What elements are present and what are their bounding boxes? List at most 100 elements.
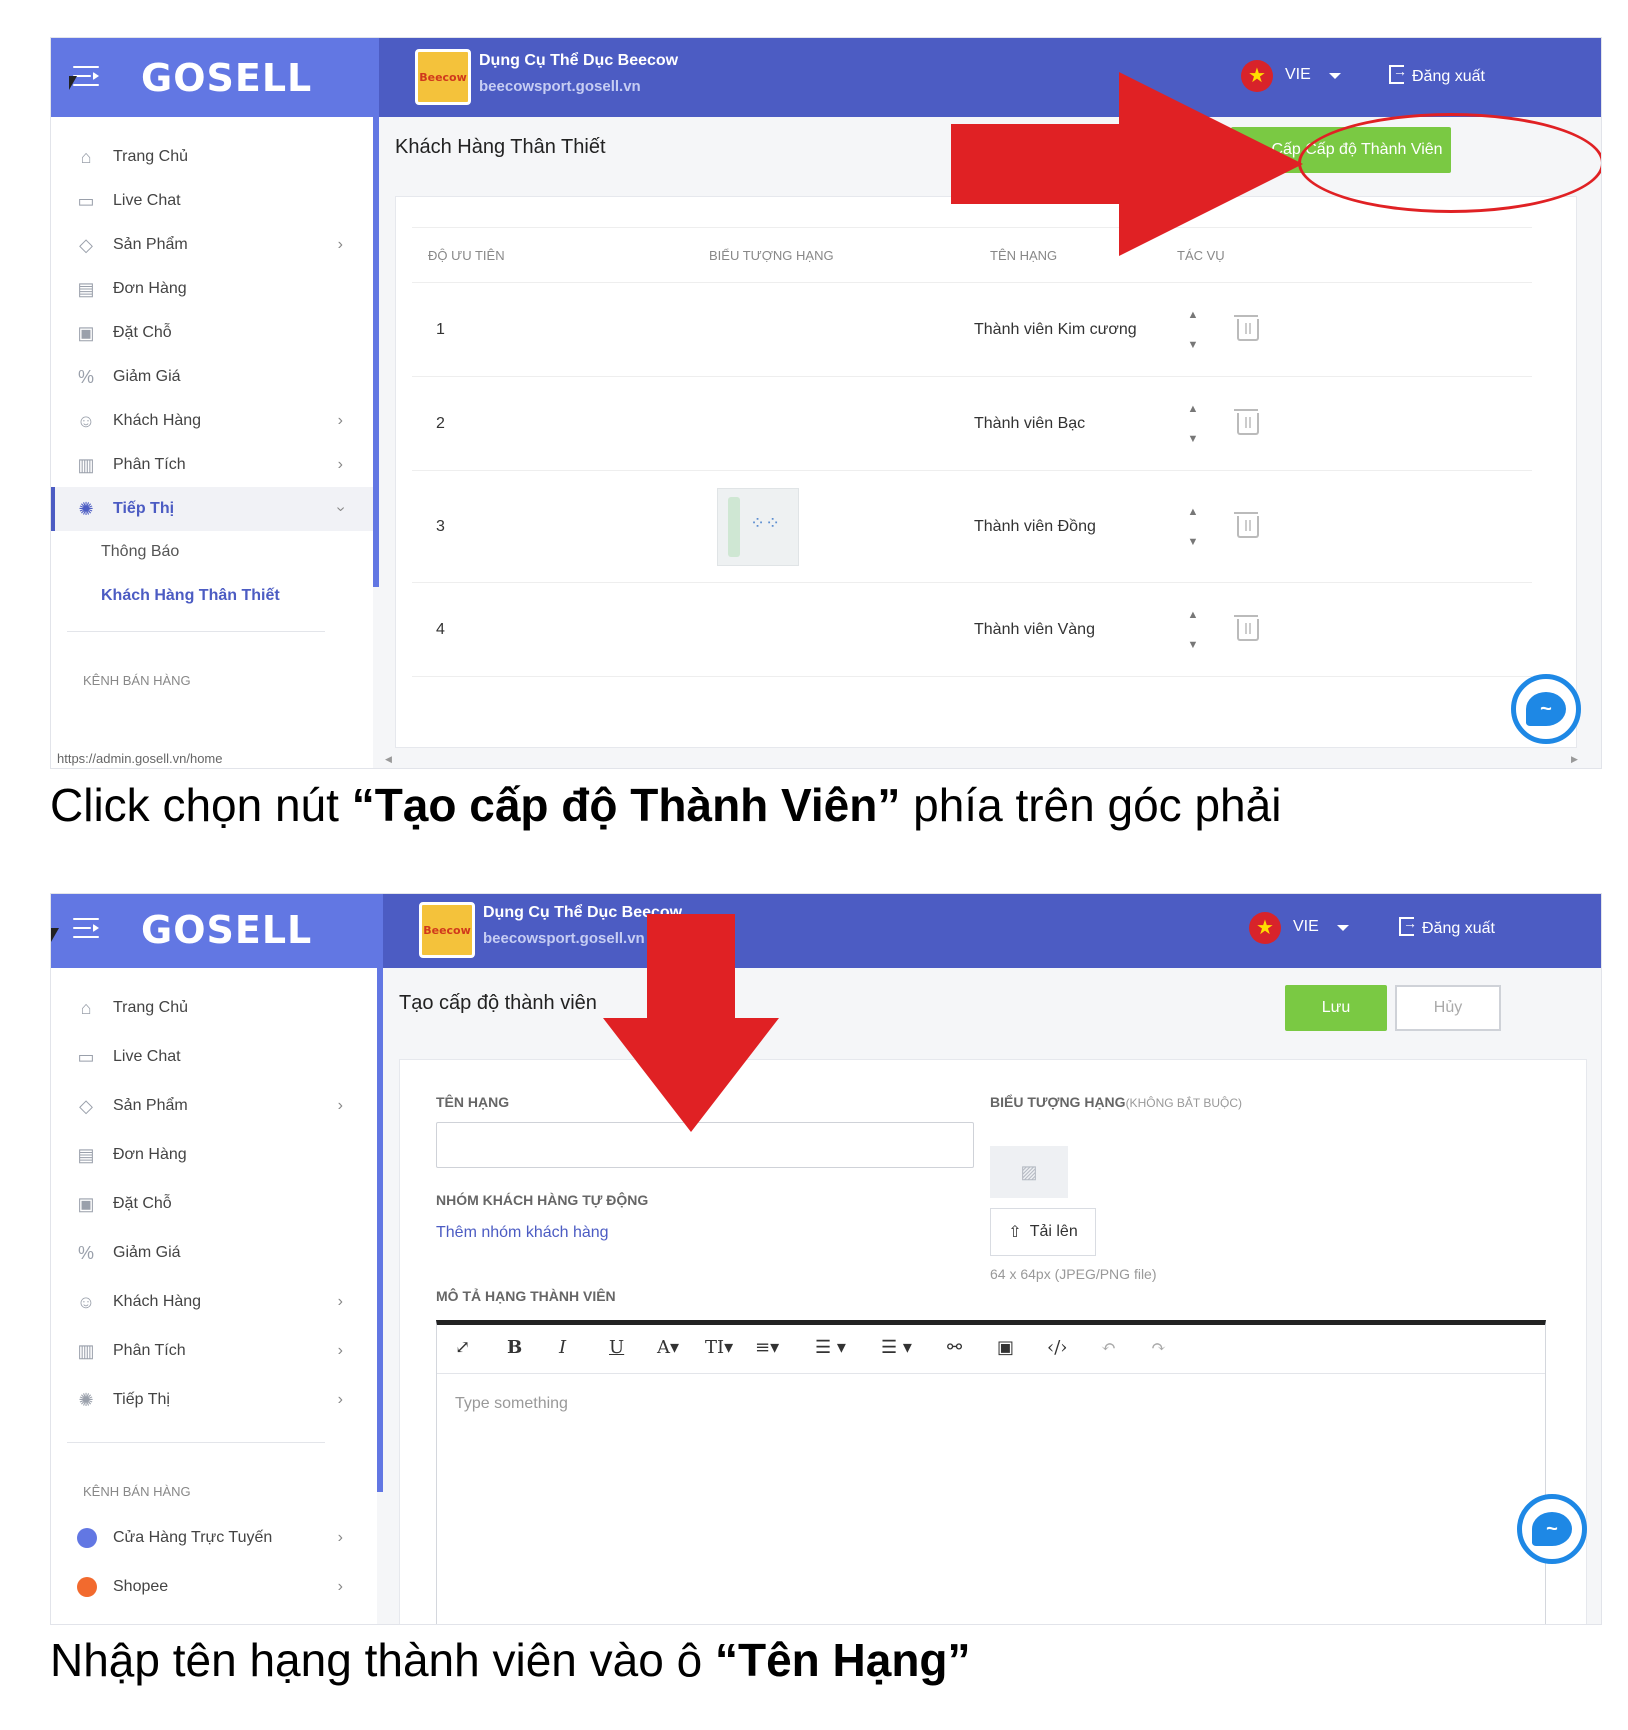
chevron-down-icon[interactable] [1337, 925, 1349, 931]
logo-area: GOSELL [51, 38, 379, 117]
online-store-icon [77, 1528, 97, 1548]
top-bar: Beecow Dụng Cụ Thể Dục Beecow beecowspor… [383, 894, 1601, 968]
messenger-icon[interactable]: ~ [1511, 674, 1581, 744]
users-icon: ☺ [76, 411, 96, 431]
logout-button[interactable]: Đăng xuất [1399, 915, 1495, 938]
fullscreen-icon[interactable]: ⤢ [455, 1337, 470, 1358]
align-icon[interactable]: ≡▾ [755, 1337, 779, 1358]
trash-icon[interactable] [1234, 511, 1259, 538]
receipt-icon: ▤ [77, 1145, 95, 1165]
caption-step-1: Click chọn nút “Tạo cấp độ Thành Viên” p… [50, 778, 1281, 832]
priority-cell: 2 [412, 376, 693, 471]
page-title: Khách Hàng Thân Thiết [395, 136, 606, 158]
reorder-arrows-icon[interactable]: ▲ ▼ [1185, 394, 1201, 454]
mouse-cursor-icon [51, 928, 59, 942]
sidebar-item-live-chat[interactable]: ▭ Live Chat [51, 179, 373, 223]
sidebar-sub-notifications[interactable]: Thông Báo [101, 543, 179, 561]
sidebar-item-label: Trang Chủ [113, 999, 188, 1016]
image-icon[interactable]: ▣ [997, 1337, 1014, 1358]
sidebar-item-reservations[interactable]: ▣ Đặt Chỗ [51, 311, 373, 355]
caption-text: Nhập tên hạng thành viên vào ô [50, 1634, 715, 1686]
sidebar-item-home[interactable]: ⌂ Trang Chủ [51, 135, 373, 179]
sidebar-item-analytics[interactable]: ▥ Phân Tích › [51, 443, 373, 487]
sidebar-item-marketing[interactable]: ✺ Tiếp Thị › [51, 487, 373, 531]
reorder-arrows-icon[interactable]: ▲ ▼ [1185, 600, 1201, 660]
upload-hint: 64 x 64px (JPEG/PNG file) [990, 1266, 1157, 1282]
sidebar: ⌂ Trang Chủ ▭ Live Chat ◇ Sản Phẩm › ▤ Đơn Hà… [51, 117, 373, 768]
table-row: 2 Thành viên Bạc ▲ ▼ [412, 376, 1532, 471]
icon-cell [693, 470, 974, 583]
trash-icon[interactable] [1234, 408, 1259, 435]
sidebar-item-customers[interactable]: ☺ Khách Hàng › [51, 1280, 373, 1324]
ordered-list-icon[interactable]: ☰ ▾ [815, 1337, 846, 1358]
menu-toggle-icon[interactable] [73, 66, 101, 88]
tier-name-cell: Thành viên Kim cương [974, 282, 1161, 377]
sidebar-item-reservations[interactable]: ▣ Đặt Chỗ [51, 1182, 373, 1226]
sidebar-item-customers[interactable]: ☺ Khách Hàng › [51, 399, 373, 443]
upload-label: Tải lên [1029, 1223, 1078, 1240]
sidebar-item-home[interactable]: ⌂ Trang Chủ [51, 986, 373, 1030]
reorder-arrows-icon[interactable]: ▲ ▼ [1185, 300, 1201, 360]
sidebar-scrollbar[interactable] [377, 968, 383, 1492]
sidebar-item-live-chat[interactable]: ▭ Live Chat [51, 1035, 373, 1079]
sidebar-item-label: Tiếp Thị [113, 500, 175, 517]
code-icon[interactable]: ‹/› [1047, 1337, 1067, 1358]
save-button[interactable]: Lưu [1285, 985, 1387, 1031]
sidebar-item-products[interactable]: ◇ Sản Phẩm › [51, 1084, 373, 1128]
undo-icon[interactable]: ↶ [1101, 1337, 1116, 1358]
sidebar-item-orders[interactable]: ▤ Đơn Hàng [51, 267, 373, 311]
sidebar-item-orders[interactable]: ▤ Đơn Hàng [51, 1133, 373, 1177]
highlight-ellipse-annotation [1298, 113, 1601, 213]
language-selector[interactable]: VIE [1293, 918, 1319, 936]
description-editor[interactable]: ⤢ B I U A▾ TI▾ ≡▾ ☰ ▾ ☰ ▾ ⚯ ▣ ‹/› ↶ ↷ Ty… [436, 1320, 1546, 1624]
sidebar-item-discounts[interactable]: % Giảm Giá [51, 1231, 373, 1275]
font-color-icon[interactable]: A▾ [657, 1337, 679, 1358]
sidebar-item-products[interactable]: ◇ Sản Phẩm › [51, 223, 373, 267]
italic-icon[interactable]: I [559, 1337, 566, 1358]
logout-button[interactable]: Đăng xuất [1389, 63, 1485, 86]
link-icon[interactable]: ⚯ [947, 1337, 962, 1358]
store-logo: Beecow [415, 49, 471, 105]
menu-toggle-icon[interactable] [73, 918, 101, 940]
sidebar-scrollbar[interactable] [373, 117, 379, 587]
actions-cell: ▲ ▼ [1161, 376, 1532, 471]
redo-icon[interactable]: ↷ [1151, 1337, 1166, 1358]
vietnam-flag-icon: ★ [1249, 912, 1281, 944]
chevron-right-icon: › [337, 236, 343, 253]
sidebar-item-discounts[interactable]: % Giảm Giá [51, 355, 373, 399]
logout-label: Đăng xuất [1412, 68, 1485, 85]
sidebar-item-label: Live Chat [113, 192, 181, 209]
caption-bold-text: “Tạo cấp độ Thành Viên” [351, 779, 901, 831]
chevron-right-icon: › [337, 1293, 343, 1310]
trash-icon[interactable] [1234, 614, 1259, 641]
sidebar-item-analytics[interactable]: ▥ Phân Tích › [51, 1329, 373, 1373]
add-customer-group-link[interactable]: Thêm nhóm khách hàng [436, 1224, 609, 1242]
cancel-button[interactable]: Hủy [1395, 985, 1501, 1031]
tier-table: ĐỘ ƯU TIÊN BIỂU TƯỢNG HẠNG TÊN HẠNG TÁC … [412, 227, 1532, 677]
sidebar-sub-loyal-customers[interactable]: Khách Hàng Thân Thiết [101, 587, 280, 605]
create-tier-form: TÊN HẠNG NHÓM KHÁCH HÀNG TỰ ĐỘNG Thêm nh… [399, 1059, 1587, 1624]
messenger-icon[interactable]: ~ [1517, 1494, 1587, 1564]
upload-button[interactable]: ⇧ Tải lên [990, 1208, 1096, 1256]
sidebar-channel-shopee[interactable]: Shopee › [51, 1565, 373, 1609]
trash-icon[interactable] [1234, 314, 1259, 341]
tier-icon-label-text: BIỂU TƯỢNG HẠNG [990, 1094, 1126, 1110]
sidebar-channel-online-store[interactable]: Cửa Hàng Trực Tuyến › [51, 1516, 373, 1560]
sidebar-item-label: Giảm Giá [113, 1244, 181, 1261]
icon-cell [693, 376, 974, 471]
column-header: ĐỘ ƯU TIÊN [412, 227, 693, 283]
unordered-list-icon[interactable]: ☰ ▾ [881, 1337, 912, 1358]
scroll-left-icon[interactable]: ◀ [385, 754, 392, 765]
tier-icon-image [717, 487, 799, 566]
chevron-down-icon: › [332, 506, 350, 512]
sidebar-item-label: Đơn Hàng [113, 280, 187, 297]
chevron-down-icon[interactable] [1329, 73, 1341, 79]
bold-icon[interactable]: B [507, 1337, 522, 1358]
scroll-right-icon[interactable]: ▶ [1571, 754, 1578, 765]
sidebar-item-marketing[interactable]: ✺ Tiếp Thị › [51, 1378, 373, 1422]
font-size-icon[interactable]: TI▾ [705, 1337, 733, 1358]
red-arrow-right-annotation [951, 72, 1303, 256]
underline-icon[interactable]: U [609, 1337, 624, 1358]
reorder-arrows-icon[interactable]: ▲ ▼ [1185, 497, 1201, 557]
sidebar-item-label: Giảm Giá [113, 368, 181, 385]
